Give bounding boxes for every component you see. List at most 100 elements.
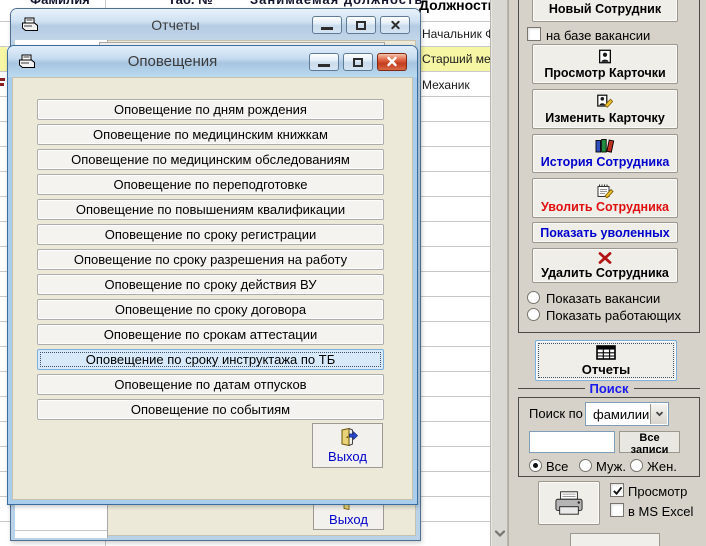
print-button[interactable] — [538, 481, 600, 525]
alerts-exit-button[interactable]: Выход — [312, 423, 383, 468]
row-text-sliver — [0, 83, 4, 86]
maximize-button[interactable] — [343, 52, 373, 71]
close-button[interactable] — [377, 52, 407, 71]
table-vertical-scrollbar[interactable] — [490, 0, 508, 546]
show-dismissed-button[interactable]: Показать уволенных — [532, 222, 678, 243]
alerts-exit-label: Выход — [328, 449, 367, 464]
view-card-label: Просмотр Карточки — [544, 65, 666, 80]
show-dismissed-label: Показать уволенных — [540, 225, 670, 240]
alert-button[interactable]: Оповещение по переподготовке — [37, 174, 384, 195]
chevron-down-icon — [655, 411, 663, 417]
alert-button[interactable]: Оповещение по сроку регистрации — [37, 224, 384, 245]
edit-card-label: Изменить Карточку — [545, 110, 665, 125]
column-header-position-long: Занимаемая должность — [250, 0, 423, 7]
bottom-cut-button[interactable] — [570, 533, 660, 546]
reports-window-title: Отчеты — [151, 16, 200, 33]
search-group-header: Поиск — [518, 381, 700, 396]
checkmark-icon — [612, 486, 622, 495]
show-vacancies-radio[interactable] — [527, 291, 540, 304]
alert-button[interactable]: Оповещение по сроку договора — [37, 299, 384, 320]
gender-all-label: Все — [546, 459, 569, 474]
view-card-button[interactable]: Просмотр Карточки — [532, 44, 678, 84]
reports-button-label: Отчеты — [581, 361, 631, 377]
chevron-down-icon — [494, 530, 506, 538]
table-grid-icon — [596, 344, 616, 360]
history-button[interactable]: История Сотрудника — [532, 134, 678, 173]
new-employee-button[interactable]: Новый Сотрудник — [532, 0, 678, 22]
search-group-label: Поиск — [589, 381, 629, 396]
row-text-sliver — [0, 78, 5, 81]
alert-button[interactable]: Оповещение по медицинским книжкам — [37, 124, 384, 145]
search-by-label: Поиск по — [529, 406, 583, 421]
preview-checkbox[interactable] — [610, 483, 624, 497]
employee-actions-panel: Новый Сотрудник на базе вакансии Просмот… — [508, 0, 706, 546]
column-header-position: Должность — [419, 0, 490, 13]
all-records-button[interactable]: Все записи — [619, 431, 680, 456]
search-by-value: фамилии — [593, 407, 650, 422]
table-row[interactable]: Начальник Ф — [422, 27, 494, 41]
delete-employee-button[interactable]: Удалить Сотрудника — [532, 248, 678, 283]
combobox-drop-button[interactable] — [650, 404, 667, 424]
alert-button[interactable]: Оповещение по датам отпусков — [37, 374, 384, 395]
alert-button[interactable]: Оповещение по медицинским обследованиям — [37, 149, 384, 170]
history-label: История Сотрудника — [540, 155, 670, 169]
alert-button[interactable]: Оповещение по сроку разрешения на работу — [37, 249, 384, 270]
printer-fax-icon — [21, 17, 39, 33]
gender-male-radio[interactable] — [579, 459, 592, 472]
alerts-window-client: Оповещение по дням рождения Оповещение п… — [12, 77, 413, 500]
show-working-radio[interactable] — [527, 308, 540, 321]
gender-female-label: Жен. — [647, 459, 677, 474]
new-employee-label: Новый Сотрудник — [548, 2, 662, 16]
close-icon — [390, 20, 400, 29]
column-header-surname: Фамилия — [30, 0, 90, 7]
gender-all-radio[interactable] — [529, 459, 542, 472]
alert-button[interactable]: Оповещение по сроку действия ВУ — [37, 274, 384, 295]
selected-row-highlight-left — [0, 47, 7, 71]
edit-card-button[interactable]: Изменить Карточку — [532, 89, 678, 129]
alert-button[interactable]: Оповещение по срокам аттестации — [37, 324, 384, 345]
vacancy-base-checkbox[interactable] — [527, 27, 541, 41]
person-pencil-icon — [597, 94, 614, 108]
person-portrait-icon — [599, 49, 611, 63]
app-screen: Фамилия Таб. № Занимаемая должность Долж… — [0, 0, 706, 546]
alert-button-focused[interactable]: Оповещение по сроку инструктажа по ТБ — [37, 349, 384, 370]
close-button[interactable] — [380, 15, 410, 34]
reports-exit-label: Выход — [329, 511, 368, 527]
column-header-tab-no: Таб. № — [168, 0, 213, 7]
alerts-window-title: Оповещения — [127, 53, 218, 70]
excel-label: в MS Excel — [628, 504, 694, 519]
delete-employee-label: Удалить Сотрудника — [541, 265, 669, 280]
search-query-input[interactable] — [529, 431, 615, 453]
alerts-window: Оповещения Оповещение по дням рождения О… — [7, 45, 418, 505]
alert-button[interactable]: Оповещение по событиям — [37, 399, 384, 420]
reports-window-titlebar[interactable]: Отчеты — [11, 9, 420, 40]
open-door-arrow-icon — [341, 427, 358, 447]
gender-female-radio[interactable] — [630, 459, 643, 472]
alerts-window-titlebar[interactable]: Оповещения — [8, 46, 417, 77]
alert-button[interactable]: Оповещение по повышениям квалификации — [37, 199, 384, 220]
show-vacancies-label: Показать вакансии — [546, 291, 661, 306]
table-row[interactable]: Механик — [422, 78, 470, 92]
dismiss-employee-button[interactable]: Уволить Сотрудника — [532, 178, 678, 218]
scroll-down-button[interactable] — [492, 524, 508, 544]
excel-checkbox[interactable] — [610, 503, 624, 517]
printer-fax-icon — [18, 54, 36, 70]
minimize-button[interactable] — [312, 15, 342, 34]
panel-divider — [508, 0, 509, 546]
alert-button[interactable]: Оповещение по дням рождения — [37, 99, 384, 120]
gender-male-label: Муж. — [596, 459, 626, 474]
vacancy-base-label: на базе вакансии — [546, 28, 651, 43]
show-working-label: Показать работающих — [546, 308, 681, 323]
dismiss-employee-label: Уволить Сотрудника — [540, 199, 669, 214]
reports-button[interactable]: Отчеты — [535, 340, 677, 381]
minimize-button[interactable] — [309, 52, 339, 71]
close-icon — [387, 56, 397, 67]
search-groupbox: Поиск по фамилии Все записи Все Муж. Жен… — [518, 397, 700, 477]
maximize-button[interactable] — [346, 15, 376, 34]
books-icon — [595, 139, 615, 153]
table-row[interactable]: Старший мех — [422, 52, 496, 66]
search-by-combobox[interactable]: фамилии — [585, 402, 669, 426]
red-x-icon — [598, 251, 612, 264]
preview-label: Просмотр — [628, 484, 688, 499]
notepad-pencil-icon — [597, 184, 614, 198]
